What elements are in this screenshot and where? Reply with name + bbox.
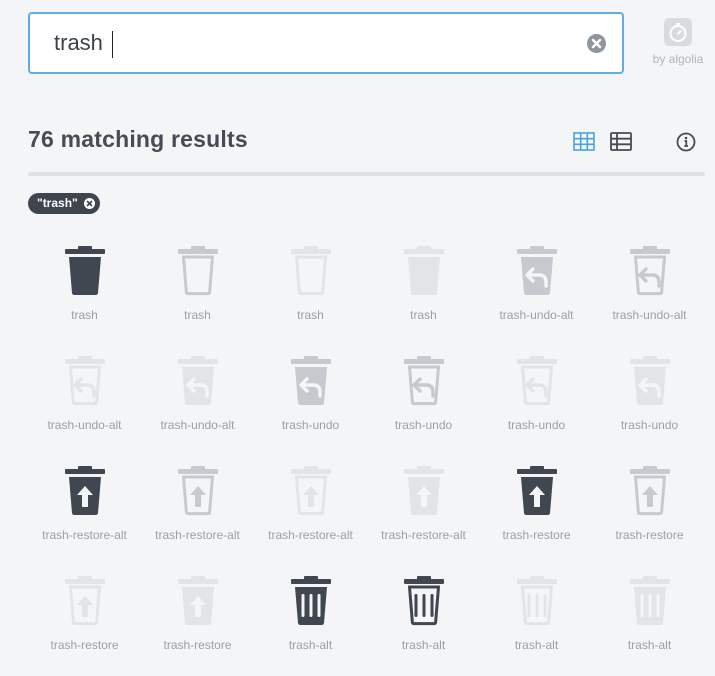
icon-card[interactable]: trash-undo-alt [593,236,706,346]
icon-label: trash-restore-alt [42,528,127,542]
icon-card[interactable]: trash [367,236,480,346]
icon-card[interactable]: trash-undo [254,346,367,456]
info-circle-icon[interactable] [676,131,698,153]
icon-card[interactable]: trash-restore [593,456,706,566]
icon-card[interactable]: trash-alt [593,566,706,676]
icon-label: trash-restore [50,638,119,652]
times-circle-icon[interactable] [587,34,606,53]
icon-card[interactable]: trash [254,236,367,346]
icon-label: trash-restore-alt [381,528,466,542]
icon-label: trash-alt [514,638,559,652]
icon-card[interactable]: trash [28,236,141,346]
search-box[interactable] [28,12,624,74]
section-divider [28,172,705,176]
th-list-icon[interactable] [610,131,632,153]
icon-label: trash [71,308,98,322]
icon-card[interactable]: trash-undo-alt [480,236,593,346]
icon-label: trash [184,308,211,322]
icon-card[interactable]: trash-undo [593,346,706,456]
icon-card[interactable]: trash-restore [28,566,141,676]
algolia-label: by algolia [652,52,704,66]
icon-label: trash-undo-alt [47,418,122,432]
icon-card[interactable]: trash [141,236,254,346]
chip-close-icon[interactable] [83,198,95,209]
icon-card[interactable]: trash-restore-alt [254,456,367,566]
icon-label: trash-alt [627,638,672,652]
icon-label: trash-alt [401,638,446,652]
icon-card[interactable]: trash-alt [367,566,480,676]
icon-label: trash-restore [163,638,232,652]
icon-card[interactable]: trash-undo-alt [28,346,141,456]
icon-card[interactable]: trash-undo [480,346,593,456]
icon-label: trash-restore [502,528,571,542]
text-caret [112,31,113,58]
icon-label: trash-undo [620,418,679,432]
icon-card[interactable]: trash-restore-alt [367,456,480,566]
icon-label: trash-undo [507,418,566,432]
icon-label: trash-restore-alt [268,528,353,542]
icon-label: trash-undo [394,418,453,432]
icon-card[interactable]: trash-undo [367,346,480,456]
icon-label: trash-undo-alt [160,418,235,432]
th-icon[interactable] [573,131,595,153]
search-input[interactable] [54,30,574,56]
results-count: 76 matching results [28,126,248,152]
icon-label: trash [410,308,437,322]
icon-card[interactable]: trash-alt [480,566,593,676]
icon-card[interactable]: trash-restore [480,456,593,566]
icon-label: trash [297,308,324,322]
algolia-attribution[interactable]: by algolia [648,18,708,66]
icon-label: trash-restore [615,528,684,542]
icon-card[interactable]: trash-alt [254,566,367,676]
stopwatch-icon [664,18,692,46]
icon-label: trash-alt [288,638,333,652]
icon-label: trash-undo [281,418,340,432]
search-filter-chip[interactable]: "trash" [28,193,100,214]
icon-card[interactable]: trash-restore-alt [28,456,141,566]
icon-label: trash-undo-alt [612,308,687,322]
icon-card[interactable]: trash-undo-alt [141,346,254,456]
icon-card[interactable]: trash-restore-alt [141,456,254,566]
icon-card[interactable]: trash-restore [141,566,254,676]
icon-label: trash-restore-alt [155,528,240,542]
filter-chip-label: "trash" [37,196,78,210]
icon-label: trash-undo-alt [499,308,574,322]
